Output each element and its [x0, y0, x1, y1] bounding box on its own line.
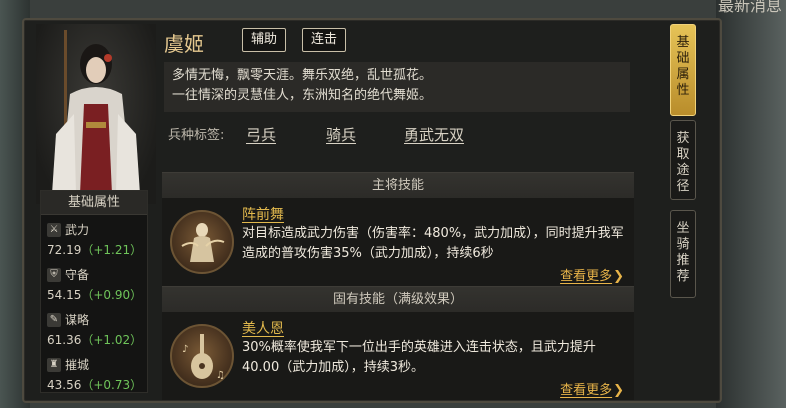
inherent-skill-name[interactable]: 美人恩 — [242, 318, 284, 338]
stat-label: 守备 — [65, 268, 90, 282]
sword-icon: ⚔ — [47, 222, 61, 237]
stat-bonus: （+1.21） — [81, 243, 143, 257]
stat-label: 武力 — [65, 223, 90, 237]
troop-label: 兵种标签: — [168, 128, 225, 143]
stats-title: 基础属性 — [41, 191, 147, 215]
inherent-skill-card: ♪ ♫ 美人恩 30%概率使我军下一位出手的英雄进入连击状态，且武力提升40.0… — [162, 312, 634, 400]
hero-description: 多情无悔，飘零天涯。舞乐双绝，乱世孤花。 一往情深的灵慧佳人，东洲知名的绝代舞姬… — [164, 62, 630, 112]
stat-label: 摧城 — [65, 358, 90, 372]
shield-icon: ⛨ — [47, 267, 61, 282]
inherent-skill-description: 30%概率使我军下一位出手的英雄进入连击状态，且武力提升40.00（武力加成），… — [242, 340, 596, 375]
stat-strength: ⚔ 武力 72.19（+1.21） — [47, 221, 143, 258]
troop-tag-cavalry[interactable]: 骑兵 — [326, 124, 356, 145]
main-skill-name[interactable]: 阵前舞 — [242, 204, 284, 224]
stat-siege: ♜ 摧城 43.56（+0.73） — [47, 356, 143, 393]
stat-label: 谋略 — [65, 313, 90, 327]
tag-support-button[interactable]: 辅助 — [242, 28, 287, 52]
stat-value: 54.15 — [47, 288, 82, 302]
scroll-icon: ✎ — [47, 312, 61, 327]
hero-portrait — [36, 24, 156, 204]
stat-bonus: （+0.90） — [81, 288, 143, 302]
main-skill-header: 主将技能 — [162, 172, 634, 198]
troop-tag-archer[interactable]: 弓兵 — [246, 124, 276, 145]
siege-icon: ♜ — [47, 357, 61, 372]
hero-detail-panel: 基础属性 ⚔ 武力 72.19（+1.21） ⛨ 守备 54.15（+0.90）… — [22, 18, 722, 403]
description-line: 多情无悔，飘零天涯。舞乐双绝，乱世孤花。 — [172, 68, 433, 83]
main-skill-card: 阵前舞 对目标造成武力伤害（伤害率：480%，武力加成），同时提升我军造成的普攻… — [162, 198, 634, 286]
dancer-icon[interactable] — [170, 210, 234, 274]
stat-strategy: ✎ 谋略 61.36（+1.02） — [47, 311, 143, 348]
basic-stats-box: 基础属性 ⚔ 武力 72.19（+1.21） ⛨ 守备 54.15（+0.90）… — [40, 190, 148, 393]
background-right — [716, 0, 786, 408]
top-right-news[interactable]: 最新消息 — [718, 0, 782, 16]
main-skill-more-link[interactable]: 查看更多❯ — [560, 265, 624, 284]
stat-value: 61.36 — [47, 333, 82, 347]
stat-value: 72.19 — [47, 243, 82, 257]
troop-tag-valor[interactable]: 勇武无双 — [404, 124, 464, 145]
chevron-right-icon: ❯ — [613, 269, 624, 284]
tab-basic-attributes[interactable]: 基础属性 — [670, 24, 696, 116]
svg-text:♪: ♪ — [182, 344, 188, 355]
svg-text:♫: ♫ — [216, 370, 225, 381]
stat-defense: ⛨ 守备 54.15（+0.90） — [47, 266, 143, 303]
tag-combo-button[interactable]: 连击 — [302, 28, 347, 52]
stat-value: 43.56 — [47, 378, 82, 392]
stat-bonus: （+0.73） — [81, 378, 143, 392]
tab-acquisition[interactable]: 获取途径 — [670, 120, 696, 200]
chevron-right-icon: ❯ — [613, 383, 624, 398]
inherent-skill-header: 固有技能（满级效果） — [162, 286, 634, 312]
main-skill-description: 对目标造成武力伤害（伤害率：480%，武力加成），同时提升我军造成的普攻伤害35… — [242, 226, 624, 261]
pipa-icon[interactable]: ♪ ♫ — [170, 324, 234, 388]
hero-name: 虞姬 — [164, 32, 204, 56]
tab-mount-recommend[interactable]: 坐骑推荐 — [670, 210, 696, 298]
inherent-skill-more-link[interactable]: 查看更多❯ — [560, 379, 624, 398]
stat-bonus: （+1.02） — [81, 333, 143, 347]
description-line: 一往情深的灵慧佳人，东洲知名的绝代舞姬。 — [172, 88, 433, 103]
